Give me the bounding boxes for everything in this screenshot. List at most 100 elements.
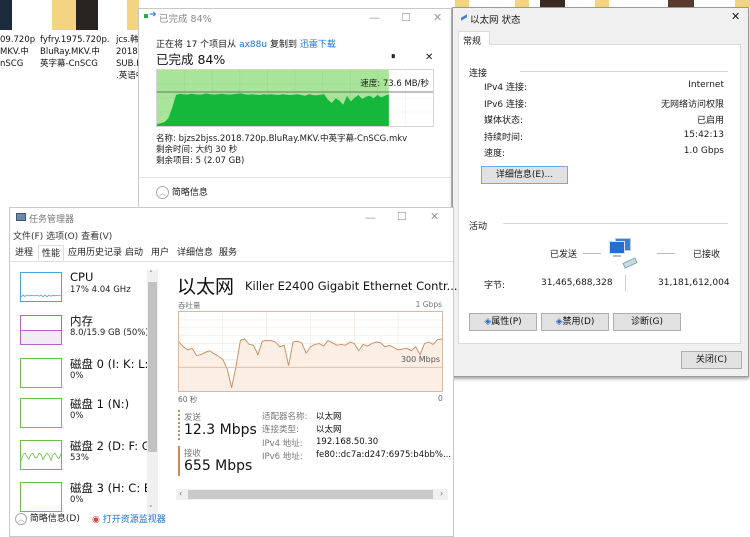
destination-link[interactable]: 迅雷下载 (300, 40, 336, 50)
arrow-icon: ➜ (149, 10, 157, 20)
row-value: 1.0 Gbps (683, 146, 724, 156)
menu-options[interactable]: 选项(O) (46, 232, 78, 242)
folder-icon[interactable] (595, 0, 609, 7)
media-state-row: 媒体状态: 已启用 (484, 113, 724, 127)
minimize-button[interactable]: — (369, 11, 380, 24)
close-button[interactable]: ✕ (433, 11, 442, 24)
tab-app-history[interactable]: 应用历史记录 (65, 245, 125, 261)
bytes-label: 字节: (484, 281, 506, 291)
tab-users[interactable]: 用户 (148, 245, 172, 261)
sidebar-item-memory[interactable]: 内存 8.0/15.9 GB (50%) (20, 314, 149, 359)
ipv6-row: IPv6 连接: 无网络访问权限 (484, 97, 724, 111)
sidebar-thumbnail (20, 358, 62, 388)
fewer-details-label: 简略信息(D) (29, 514, 80, 524)
cancel-copy-button[interactable]: ✕ (425, 52, 433, 63)
ipv4-row: IPv4 连接: Internet (484, 80, 724, 94)
duration-row: 持续时间: 15:42:13 (484, 130, 724, 144)
scrollbar-thumb[interactable] (148, 282, 157, 452)
bytes-sent-value: 31,465,688,328 (541, 278, 613, 288)
disable-button[interactable]: ◈禁用(D) (541, 313, 609, 331)
throughput-label: 吞吐量 (178, 301, 201, 310)
details-button[interactable]: 详细信息(E)... (481, 166, 568, 184)
copy-dialog-titlebar[interactable]: ➜ 已完成 84% — ☐ ✕ (139, 9, 451, 27)
scroll-left-arrow[interactable]: ‹ (179, 489, 182, 498)
row-value: 已启用 (696, 116, 724, 126)
divider (657, 253, 675, 254)
desktop-file-label[interactable]: fyfry.1975.720p. BluRay.MKV.中 英字幕-CnSCG (40, 34, 112, 70)
minimize-button[interactable]: — (365, 211, 376, 224)
properties-button[interactable]: ◈属性(P) (469, 313, 537, 331)
copy-dialog: ➜ 已完成 84% — ☐ ✕ 正在将 17 个项目从 ax88u 复制到 迅雷… (138, 8, 452, 208)
chevron-up-icon: ︿ (15, 513, 27, 525)
diagnose-button[interactable]: 诊断(G) (613, 313, 681, 331)
tab-processes[interactable]: 进程 (12, 245, 36, 261)
scroll-up-arrow[interactable]: ˄ (149, 270, 153, 278)
divider (625, 275, 626, 291)
tab-services[interactable]: 服务 (216, 245, 240, 261)
copy-speed-graph: 速度: 73.6 MB/秒 (156, 69, 434, 127)
sidebar-item-value: 17% 4.04 GHz (70, 285, 131, 295)
desktop-file-label[interactable]: jcs.韩 2018. SUB.H .英语中 (116, 34, 140, 82)
close-button[interactable]: ✕ (430, 210, 439, 223)
received-label: 已接收 (693, 250, 721, 260)
desktop-thumbnail[interactable] (12, 0, 42, 30)
ethernet-heading: 以太网 (177, 276, 235, 298)
close-button[interactable]: ✕ (731, 10, 740, 23)
desktop-thumbnail[interactable] (540, 0, 565, 7)
chevron-up-icon: ︿ (156, 186, 169, 199)
folder-icon[interactable] (735, 0, 750, 7)
sidebar-item-name: 磁盘 2 (D: F: G: (70, 439, 150, 453)
sidebar-sparkline (21, 452, 61, 462)
maximize-button[interactable]: ☐ (397, 210, 407, 223)
menu-file[interactable]: 文件(F) (13, 232, 43, 242)
sidebar-item-disk-1[interactable]: 磁盘 1 (N:) 0% (20, 397, 148, 442)
tab-general[interactable]: 常规 (458, 31, 490, 47)
throughput-graph: 300 Mbps (178, 311, 443, 392)
ipv4-label: IPv4 地址: (262, 439, 303, 449)
time-right-label: 0 (438, 394, 443, 403)
copy-icon (144, 14, 148, 18)
tab-details[interactable]: 详细信息 (174, 245, 216, 261)
adapter-name-label: 适配器名称: (262, 412, 308, 422)
resource-monitor-icon: ◉ (92, 515, 100, 525)
window-title: 任务管理器 (29, 215, 75, 225)
source-link[interactable]: ax88u (239, 40, 267, 50)
row-label: 持续时间: (484, 133, 524, 143)
max-label: 1 Gbps (415, 300, 442, 309)
sidebar-item-disk-2[interactable]: 磁盘 2 (D: F: G: 53% (20, 439, 150, 484)
tab-bar-divider (10, 261, 453, 262)
time-left-label: 60 秒 (178, 395, 198, 404)
tab-performance[interactable]: 性能 (38, 245, 65, 261)
scrollbar-thumb[interactable] (188, 490, 433, 499)
horizontal-scrollbar[interactable]: ‹ › (176, 489, 448, 500)
speed-row: 速度: 1.0 Gbps (484, 146, 724, 160)
connection-type-label: 连接类型: (262, 425, 299, 435)
pause-button[interactable]: ⏸ (391, 52, 396, 62)
sidebar-sparkline (21, 294, 61, 298)
desktop-thumbnail[interactable] (0, 0, 12, 30)
divider (583, 253, 601, 254)
ipv4-value: 192.168.50.30 (316, 437, 379, 447)
maximize-button[interactable]: ☐ (401, 11, 411, 24)
button-label: 属性(P) (491, 317, 522, 327)
mid-label: 300 Mbps (400, 355, 440, 364)
open-resource-monitor-link[interactable]: ◉ 打开资源监视器 (92, 512, 166, 525)
folder-icon[interactable] (455, 0, 469, 7)
network-icon (461, 14, 467, 21)
desktop-thumbnail[interactable] (76, 0, 98, 30)
close-dialog-button[interactable]: 关闭(C) (681, 351, 742, 369)
network-computers-icon (607, 238, 643, 270)
activity-heading: 活动 (469, 222, 488, 232)
sidebar-thumbnail (20, 440, 62, 470)
sidebar-item-cpu[interactable]: CPU 17% 4.04 GHz (20, 270, 148, 316)
tab-startup[interactable]: 启动 (122, 245, 146, 261)
sidebar-scrollbar[interactable]: ˄ ˅ (147, 270, 158, 516)
folder-icon[interactable] (515, 0, 529, 7)
fewer-details-button[interactable]: ︿ 简略信息(D) (15, 511, 80, 525)
fewer-details-label: 简略信息 (171, 188, 208, 198)
fewer-details-button[interactable]: ︿ 简略信息 (156, 185, 208, 199)
receive-value: 655 Mbps (184, 458, 253, 474)
menu-view[interactable]: 查看(V) (81, 232, 112, 242)
scroll-right-arrow[interactable]: › (440, 489, 443, 498)
desktop-thumbnail[interactable] (668, 0, 694, 7)
